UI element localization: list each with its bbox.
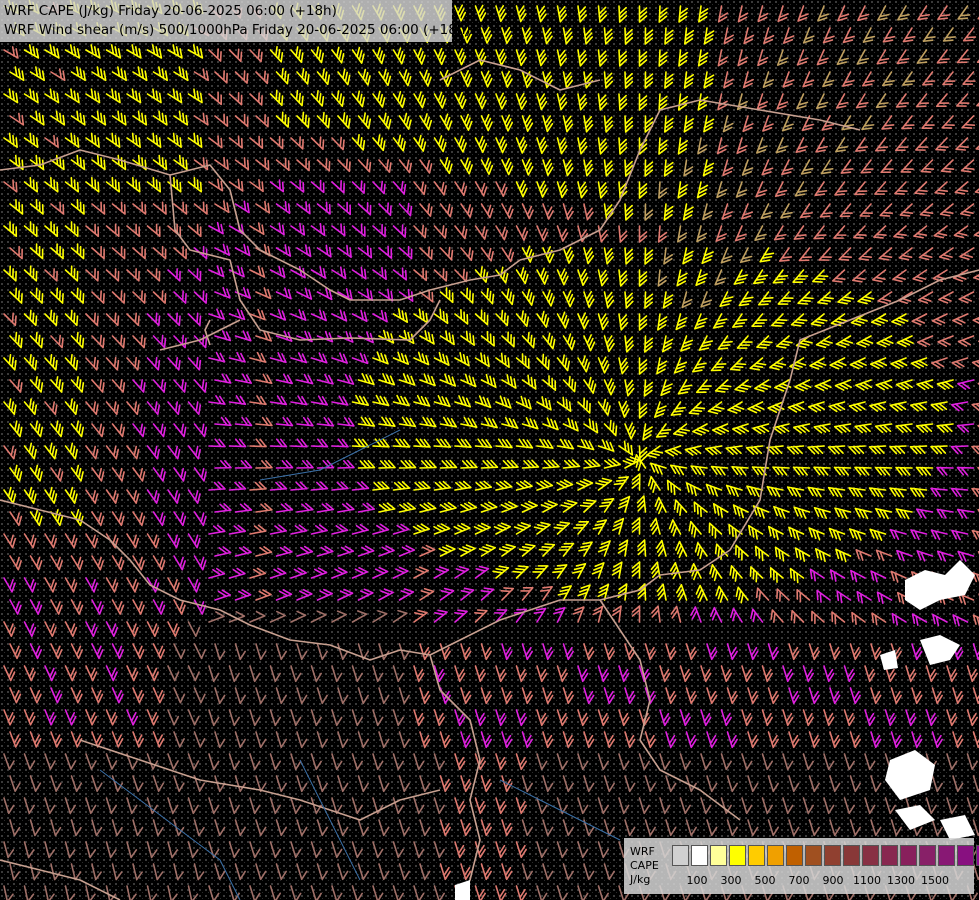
legend-swatch bbox=[881, 845, 898, 866]
legend-swatch bbox=[767, 845, 784, 866]
legend-swatch bbox=[672, 845, 689, 866]
legend-tick-label: 500 bbox=[754, 874, 776, 887]
legend-swatch bbox=[957, 845, 974, 866]
legend-color-bar bbox=[672, 845, 979, 866]
legend-tick-label: 1100 bbox=[853, 874, 881, 887]
legend-swatch bbox=[710, 845, 727, 866]
legend-swatch bbox=[805, 845, 822, 866]
legend-swatch bbox=[843, 845, 860, 866]
map-view: WRF CAPE (J/kg) Friday 20-06-2025 06:00 … bbox=[0, 0, 979, 900]
legend-swatch bbox=[919, 845, 936, 866]
legend-tick-label: 700 bbox=[788, 874, 810, 887]
legend-label-model: WRF bbox=[630, 845, 655, 858]
legend-swatch bbox=[691, 845, 708, 866]
legend-tick-label: 1500 bbox=[921, 874, 949, 887]
legend-label-unit: J/kg bbox=[630, 873, 651, 886]
legend-swatch bbox=[824, 845, 841, 866]
legend-swatch bbox=[748, 845, 765, 866]
legend-tick-label: 1300 bbox=[887, 874, 915, 887]
legend-swatch bbox=[786, 845, 803, 866]
map-title-box: WRF CAPE (J/kg) Friday 20-06-2025 06:00 … bbox=[0, 0, 471, 42]
legend-swatch bbox=[938, 845, 955, 866]
title-cape: WRF CAPE (J/kg) Friday 20-06-2025 06:00 … bbox=[4, 3, 337, 19]
map-canvas bbox=[0, 0, 979, 900]
cape-legend: WRF CAPE J/kg 100 300 500 700 900 1100 1300 150… bbox=[624, 838, 979, 894]
legend-swatch bbox=[729, 845, 746, 866]
legend-label-variable: CAPE bbox=[630, 859, 659, 872]
legend-tick-labels: 100 300 500 700 900 1100 1300 1500 bbox=[672, 874, 972, 888]
legend-swatch bbox=[862, 845, 879, 866]
legend-tick-label: 100 bbox=[686, 874, 708, 887]
legend-tick-label: 900 bbox=[822, 874, 844, 887]
legend-label: WRF CAPE J/kg bbox=[630, 845, 670, 887]
legend-swatch bbox=[900, 845, 917, 866]
legend-tick-label: 300 bbox=[720, 874, 742, 887]
title-wind-shear: WRF Wind shear (m/s) 500/1000hPa Friday … bbox=[4, 22, 471, 38]
